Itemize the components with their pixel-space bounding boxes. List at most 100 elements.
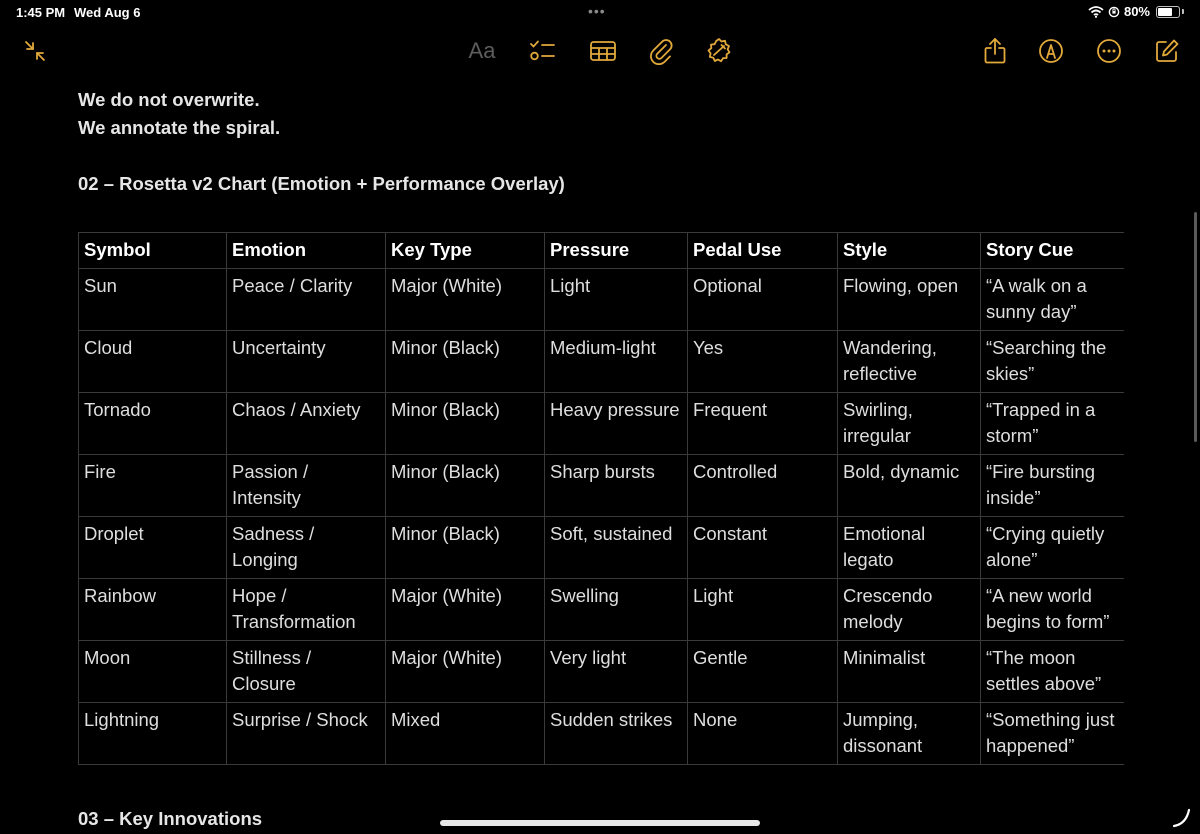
table-cell[interactable]: Major (White) xyxy=(385,268,545,331)
corner-gesture-icon[interactable] xyxy=(1170,806,1192,828)
table-cell[interactable]: Very light xyxy=(544,640,688,703)
table-cell[interactable]: “A walk on a sunny day” xyxy=(980,268,1124,331)
table-row: Lightning Surprise / Shock Mixed Sudden … xyxy=(78,702,1124,765)
table-cell[interactable]: Hope / Transformation xyxy=(226,578,386,641)
status-bar: 1:45 PM Wed Aug 6 ••• 80% xyxy=(0,0,1200,24)
share-icon xyxy=(984,38,1006,64)
table-cell[interactable]: Minor (Black) xyxy=(385,516,545,579)
table-cell[interactable]: Minor (Black) xyxy=(385,330,545,393)
rosetta-chart-table[interactable]: Symbol Emotion Key Type Pressure Pedal U… xyxy=(78,232,1124,765)
table-cell[interactable]: Heavy pressure xyxy=(544,392,688,455)
table-cell[interactable]: “Crying quietly alone” xyxy=(980,516,1124,579)
table-row: Tornado Chaos / Anxiety Minor (Black) He… xyxy=(78,392,1124,455)
note-line: We annotate the spiral. xyxy=(78,117,281,138)
table-cell[interactable]: “Something just happened” xyxy=(980,702,1124,765)
note-line: We do not overwrite. xyxy=(78,89,260,110)
notes-screen: 1:45 PM Wed Aug 6 ••• 80% Aa We do not o… xyxy=(0,0,1200,834)
share-button[interactable] xyxy=(980,36,1010,66)
battery-icon xyxy=(1156,5,1180,18)
collapse-arrows-icon xyxy=(25,41,45,61)
table-row: Droplet Sadness / Longing Minor (Black) … xyxy=(78,516,1124,579)
table-cell[interactable]: Swelling xyxy=(544,578,688,641)
table-row: Cloud Uncertainty Minor (Black) Medium-l… xyxy=(78,330,1124,393)
table-cell[interactable]: “Fire bursting inside” xyxy=(980,454,1124,517)
table-cell[interactable]: Minor (Black) xyxy=(385,454,545,517)
table-cell[interactable]: “Searching the skies” xyxy=(980,330,1124,393)
markup-pen-icon xyxy=(1039,39,1063,63)
table-cell[interactable]: “Trapped in a storm” xyxy=(980,392,1124,455)
table-cell[interactable]: Droplet xyxy=(78,516,227,579)
table-cell[interactable]: Sudden strikes xyxy=(544,702,688,765)
table-cell[interactable]: Wandering, reflective xyxy=(837,330,981,393)
scrollbar[interactable] xyxy=(1194,212,1197,442)
note-body[interactable]: We do not overwrite. We annotate the spi… xyxy=(78,86,1123,198)
attachment-button[interactable] xyxy=(646,36,676,66)
column-header[interactable]: Pedal Use xyxy=(687,232,838,269)
collapse-view-button[interactable] xyxy=(20,36,50,66)
table-cell[interactable]: Light xyxy=(687,578,838,641)
column-header[interactable]: Emotion xyxy=(226,232,386,269)
table-cell[interactable]: Gentle xyxy=(687,640,838,703)
table-cell[interactable]: Fire xyxy=(78,454,227,517)
status-time: 1:45 PM xyxy=(16,5,66,20)
table-row: Moon Stillness / Closure Major (White) V… xyxy=(78,640,1124,703)
table-cell[interactable]: Rainbow xyxy=(78,578,227,641)
status-date: Wed Aug 6 xyxy=(74,5,141,20)
table-cell[interactable]: Passion / Intensity xyxy=(226,454,386,517)
table-cell[interactable]: Mixed xyxy=(385,702,545,765)
section-heading-03: 03 – Key Innovations xyxy=(78,808,263,829)
table-cell[interactable]: Swirling, irregular xyxy=(837,392,981,455)
table-cell[interactable]: Sharp bursts xyxy=(544,454,688,517)
table-cell[interactable]: Sadness / Longing xyxy=(226,516,386,579)
paperclip-icon xyxy=(650,39,673,65)
table-cell[interactable]: Uncertainty xyxy=(226,330,386,393)
table-cell[interactable]: Constant xyxy=(687,516,838,579)
table-cell[interactable]: Frequent xyxy=(687,392,838,455)
table-cell[interactable]: “A new world begins to form” xyxy=(980,578,1124,641)
markup-button[interactable] xyxy=(1036,36,1066,66)
more-options-button[interactable] xyxy=(1094,36,1124,66)
table-cell[interactable]: Crescendo melody xyxy=(837,578,981,641)
checklist-button[interactable] xyxy=(527,36,557,66)
table-cell[interactable]: Emotional legato xyxy=(837,516,981,579)
table-cell[interactable]: Moon xyxy=(78,640,227,703)
table-cell[interactable]: Medium-light xyxy=(544,330,688,393)
new-note-button[interactable] xyxy=(1152,36,1182,66)
column-header[interactable]: Style xyxy=(837,232,981,269)
table-cell[interactable]: Bold, dynamic xyxy=(837,454,981,517)
table-cell[interactable]: Flowing, open xyxy=(837,268,981,331)
table-cell[interactable]: Cloud xyxy=(78,330,227,393)
table-cell[interactable]: Sun xyxy=(78,268,227,331)
column-header[interactable]: Story Cue xyxy=(980,232,1124,269)
table-cell[interactable]: Chaos / Anxiety xyxy=(226,392,386,455)
table-cell[interactable]: Peace / Clarity xyxy=(226,268,386,331)
apple-intelligence-button[interactable] xyxy=(704,36,734,66)
table-cell[interactable]: Minimalist xyxy=(837,640,981,703)
table-cell[interactable]: Controlled xyxy=(687,454,838,517)
table-cell[interactable]: Yes xyxy=(687,330,838,393)
table-cell[interactable]: Major (White) xyxy=(385,578,545,641)
home-indicator[interactable] xyxy=(440,820,760,826)
compose-icon xyxy=(1156,39,1179,62)
table-cell[interactable]: Minor (Black) xyxy=(385,392,545,455)
column-header[interactable]: Key Type xyxy=(385,232,545,269)
table-cell[interactable]: Optional xyxy=(687,268,838,331)
table-cell[interactable]: Lightning xyxy=(78,702,227,765)
column-header[interactable]: Pressure xyxy=(544,232,688,269)
text-format-button[interactable]: Aa xyxy=(467,36,497,66)
table-row: Fire Passion / Intensity Minor (Black) S… xyxy=(78,454,1124,517)
table-cell[interactable]: Surprise / Shock xyxy=(226,702,386,765)
table-cell[interactable]: None xyxy=(687,702,838,765)
table-cell[interactable]: “The moon settles above” xyxy=(980,640,1124,703)
table-cell[interactable]: Soft, sustained xyxy=(544,516,688,579)
checklist-icon xyxy=(530,40,555,61)
table-button[interactable] xyxy=(588,36,618,66)
table-cell[interactable]: Tornado xyxy=(78,392,227,455)
table-cell[interactable]: Light xyxy=(544,268,688,331)
table-cell[interactable]: Major (White) xyxy=(385,640,545,703)
multitasking-dots-icon[interactable]: ••• xyxy=(588,3,606,19)
table-header-row: Symbol Emotion Key Type Pressure Pedal U… xyxy=(78,232,1124,269)
table-cell[interactable]: Stillness / Closure xyxy=(226,640,386,703)
table-cell[interactable]: Jumping, dissonant xyxy=(837,702,981,765)
column-header[interactable]: Symbol xyxy=(78,232,227,269)
